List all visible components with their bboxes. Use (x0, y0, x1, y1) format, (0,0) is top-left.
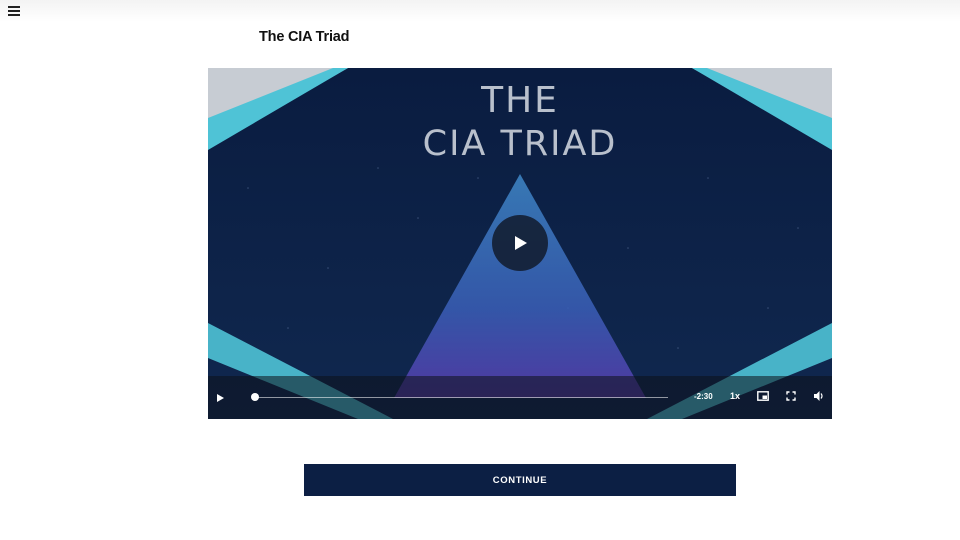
video-controls-bar: -2:30 1x (208, 376, 832, 419)
video-title-line1: THE (481, 80, 559, 121)
time-remaining: -2:30 (694, 392, 713, 401)
picture-in-picture-icon[interactable] (757, 391, 769, 401)
continue-button[interactable]: CONTINUE (304, 464, 736, 496)
volume-icon[interactable] (813, 390, 825, 402)
video-player[interactable]: THE CIA TRIAD -2:30 1x (208, 68, 832, 419)
hamburger-menu-icon[interactable] (8, 6, 20, 16)
top-bar (0, 0, 960, 22)
progress-handle[interactable] (251, 393, 259, 401)
lesson-title: The CIA Triad (259, 29, 350, 45)
progress-bar[interactable] (254, 397, 668, 398)
fullscreen-icon[interactable] (786, 391, 796, 401)
video-title-line2: CIA TRIAD (422, 124, 618, 164)
playback-speed-button[interactable]: 1x (730, 391, 740, 401)
play-icon (515, 236, 527, 250)
play-icon[interactable] (216, 393, 225, 403)
big-play-button[interactable] (492, 215, 548, 271)
